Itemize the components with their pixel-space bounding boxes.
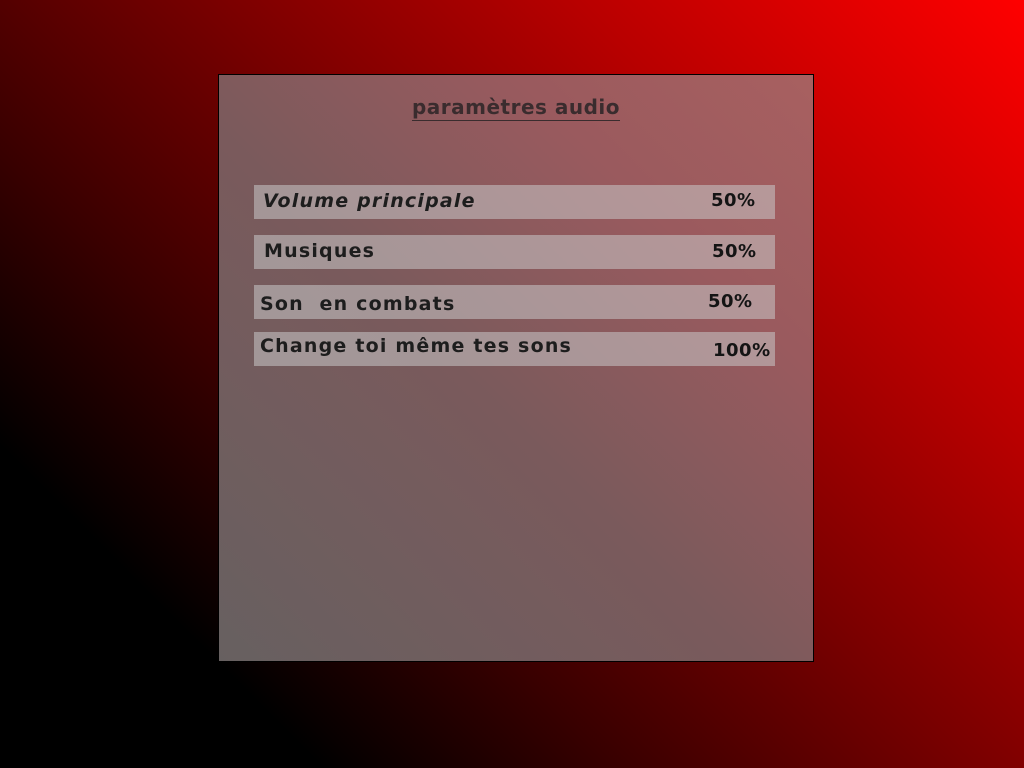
setting-row-combat-sound[interactable]: Son en combats 50% bbox=[254, 285, 775, 319]
setting-value: 50% bbox=[711, 190, 756, 211]
setting-row-music[interactable]: Musiques 50% bbox=[254, 235, 775, 269]
panel-title-text: paramètres audio bbox=[411, 95, 621, 121]
setting-row-master-volume[interactable]: Volume principale 50% bbox=[254, 185, 775, 219]
panel-title: paramètres audio bbox=[219, 95, 813, 121]
setting-value: 50% bbox=[712, 241, 757, 262]
setting-value: 50% bbox=[708, 291, 753, 312]
setting-label: Change toi même tes sons bbox=[260, 335, 573, 357]
setting-label: Musiques bbox=[264, 240, 376, 262]
setting-row-custom-sounds[interactable]: Change toi même tes sons 100% bbox=[254, 332, 775, 366]
setting-label: Son en combats bbox=[260, 293, 456, 315]
audio-settings-panel: paramètres audio Volume principale 50% M… bbox=[218, 74, 814, 662]
setting-label: Volume principale bbox=[263, 190, 476, 212]
setting-value: 100% bbox=[713, 340, 771, 361]
